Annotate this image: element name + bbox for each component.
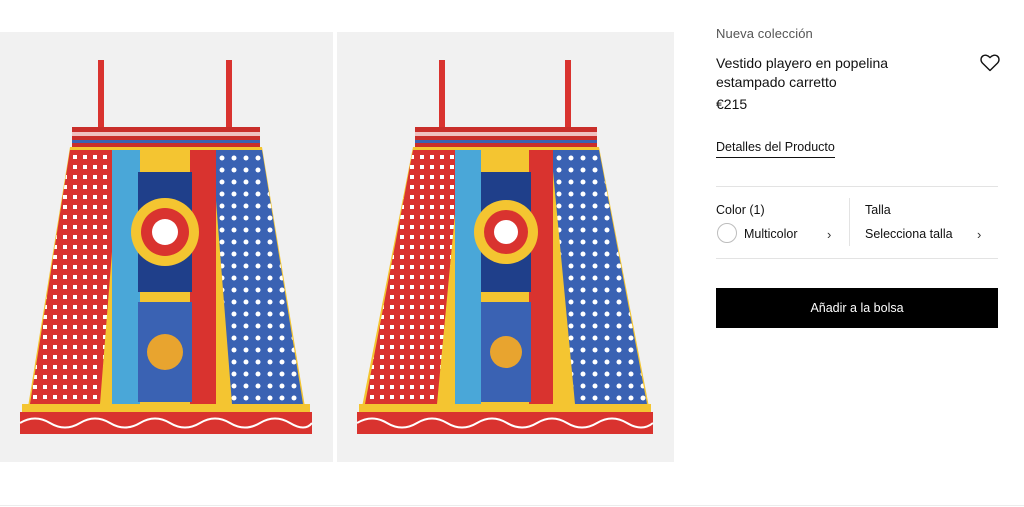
divider <box>716 186 998 187</box>
product-gallery <box>0 32 674 462</box>
size-label: Talla <box>865 203 891 217</box>
color-label: Color (1) <box>716 203 765 217</box>
color-selector[interactable]: Multicolor › <box>716 222 838 246</box>
divider <box>0 505 1024 506</box>
collection-label: Nueva colección <box>716 26 813 41</box>
product-details-link[interactable]: Detalles del Producto <box>716 140 835 158</box>
color-value: Multicolor <box>744 227 798 241</box>
add-to-bag-button[interactable]: Añadir a la bolsa <box>716 288 998 328</box>
product-title: Vestido playero en popelina estampado ca… <box>716 55 889 90</box>
product-image-front[interactable] <box>0 32 333 462</box>
product-price: €215 <box>716 96 748 112</box>
heart-icon[interactable] <box>980 54 1000 72</box>
chevron-right-icon: › <box>977 227 982 242</box>
divider <box>716 258 998 259</box>
dress-illustration-alt <box>356 60 654 434</box>
dress-illustration <box>19 60 313 434</box>
size-value: Selecciona talla <box>865 227 953 241</box>
divider-vertical <box>849 198 850 246</box>
chevron-right-icon: › <box>827 227 832 242</box>
size-selector[interactable]: Selecciona talla › <box>865 222 990 246</box>
color-swatch <box>717 223 737 243</box>
product-image-back[interactable] <box>337 32 674 462</box>
